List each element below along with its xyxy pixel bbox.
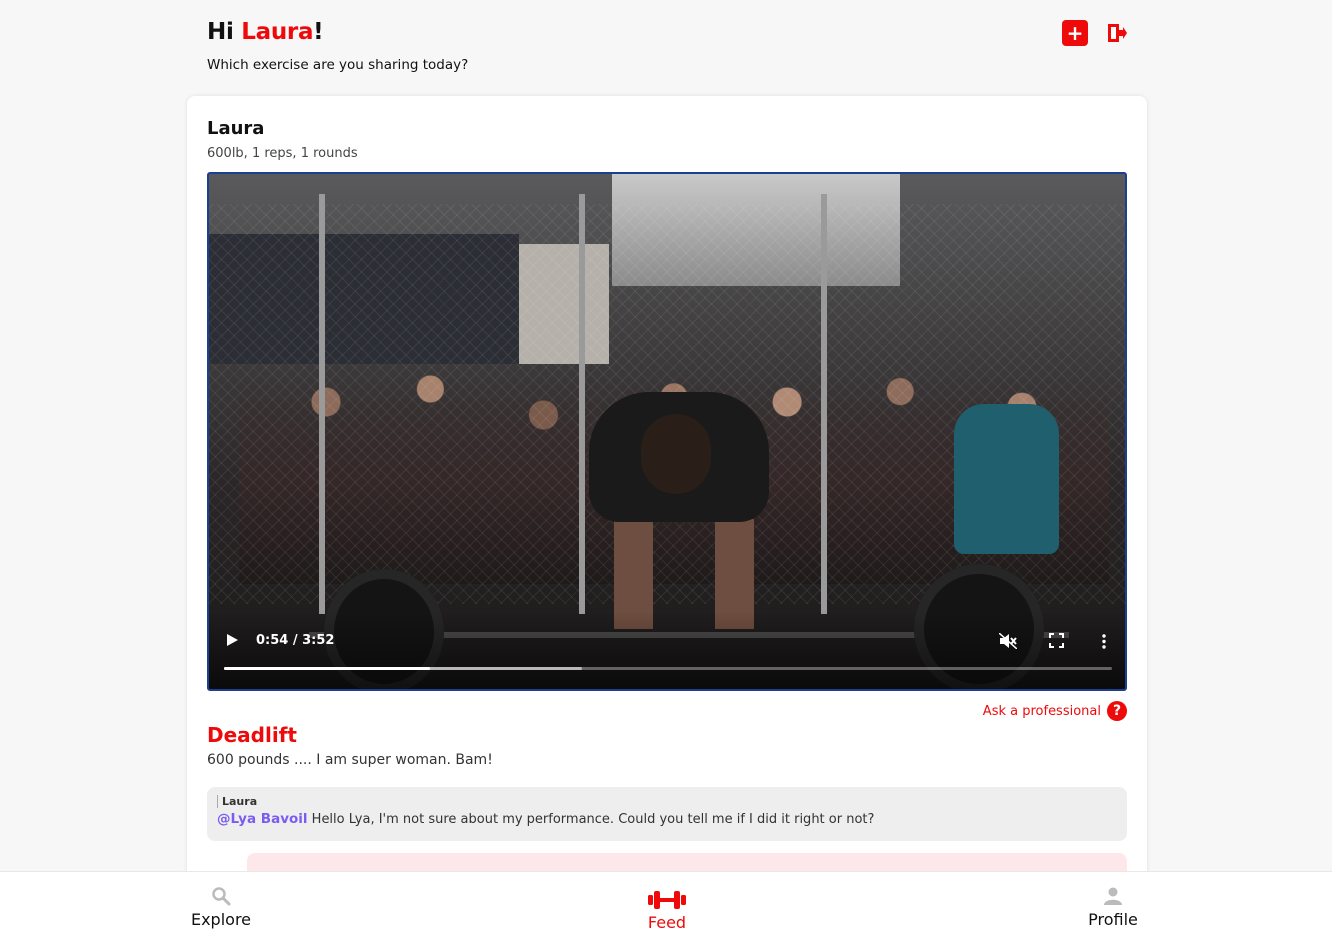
page-header: Hi Laura! Which exercise are you sharing… [207, 16, 1127, 86]
comment-author: Laura [217, 795, 1117, 808]
ask-professional-label: Ask a professional [982, 703, 1101, 719]
greeting-prefix: Hi [207, 19, 242, 45]
video-progress-bar [224, 667, 431, 670]
comment-text: @Lya Bavoil Hello Lya, I'm not sure abou… [217, 811, 1117, 827]
nav-explore[interactable]: Explore [188, 886, 254, 929]
post-card: Laura 600lb, 1 reps, 1 rounds 0:54 / 3:5… [187, 96, 1147, 896]
plus-icon: + [1066, 21, 1084, 45]
video-frame-lifter-head [641, 414, 711, 494]
logout-icon [1108, 24, 1127, 42]
video-frame-seated-person [954, 404, 1059, 554]
question-icon: ? [1107, 701, 1127, 721]
nav-feed[interactable]: Feed [635, 890, 699, 932]
exercise-title: Deadlift [207, 723, 297, 747]
comment-body: Hello Lya, I'm not sure about my perform… [307, 812, 875, 827]
greeting-title: Hi Laura! [207, 16, 1127, 48]
video-progress-track[interactable] [224, 667, 1112, 670]
add-post-button[interactable]: + [1062, 20, 1088, 46]
exercise-description: 600 pounds .... I am super woman. Bam! [207, 752, 493, 768]
nav-profile[interactable]: Profile [1080, 886, 1146, 929]
post-stats: 600lb, 1 reps, 1 rounds [207, 146, 358, 161]
video-frame-pole [579, 194, 585, 614]
page-subtitle: Which exercise are you sharing today? [207, 57, 469, 73]
logout-button[interactable] [1104, 20, 1130, 46]
more-options-icon[interactable] [1102, 634, 1106, 649]
comment-mention[interactable]: @Lya Bavoil [217, 811, 308, 827]
dumbbell-icon [648, 891, 686, 909]
bottom-nav: Explore Feed Profile [0, 871, 1332, 942]
user-name: Laura [241, 19, 314, 45]
comment: Laura @Lya Bavoil Hello Lya, I'm not sur… [207, 787, 1127, 841]
video-player[interactable]: 0:54 / 3:52 [207, 172, 1127, 691]
video-controls [209, 611, 1125, 689]
search-icon [212, 887, 231, 906]
post-author: Laura [207, 118, 265, 139]
mute-icon[interactable] [999, 633, 1017, 649]
greeting-suffix: ! [313, 19, 324, 45]
nav-explore-label: Explore [190, 910, 252, 929]
ask-professional-link[interactable]: Ask a professional ? [983, 701, 1127, 721]
play-icon[interactable] [227, 634, 238, 646]
nav-feed-label: Feed [647, 913, 687, 932]
video-time: 0:54 / 3:52 [256, 633, 335, 648]
person-icon [1104, 887, 1122, 905]
fullscreen-icon[interactable] [1049, 633, 1064, 648]
video-frame-pole [319, 194, 325, 614]
nav-profile-label: Profile [1088, 910, 1138, 929]
video-frame-pole [821, 194, 827, 614]
